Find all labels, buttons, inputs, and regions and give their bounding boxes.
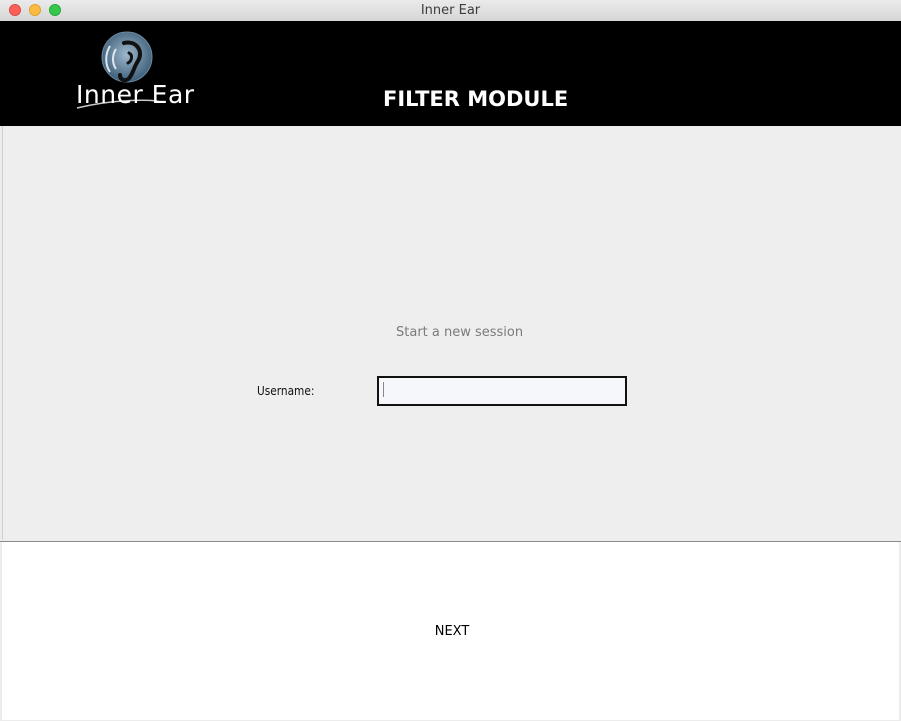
title-bar[interactable]: Inner Ear — [0, 0, 901, 22]
app-logo: Inner Ear — [74, 31, 194, 111]
next-button[interactable]: NEXT — [420, 618, 484, 644]
window-title: Inner Ear — [420, 3, 481, 18]
username-input[interactable] — [377, 376, 627, 406]
text-caret — [383, 382, 384, 397]
session-subtitle: Start a new session — [396, 325, 524, 340]
header-banner: Inner Ear FILTER MODULE — [0, 21, 901, 126]
logo-text: Inner Ear — [76, 80, 195, 109]
footer-panel: NEXT — [2, 542, 899, 720]
app-window: Inner Ear Inner Ear FILTER MODULE Start … — [0, 0, 901, 721]
username-label: Username: — [257, 384, 315, 398]
session-form-panel: Start a new session Username: — [2, 126, 901, 540]
page-title: FILTER MODULE — [383, 87, 569, 111]
